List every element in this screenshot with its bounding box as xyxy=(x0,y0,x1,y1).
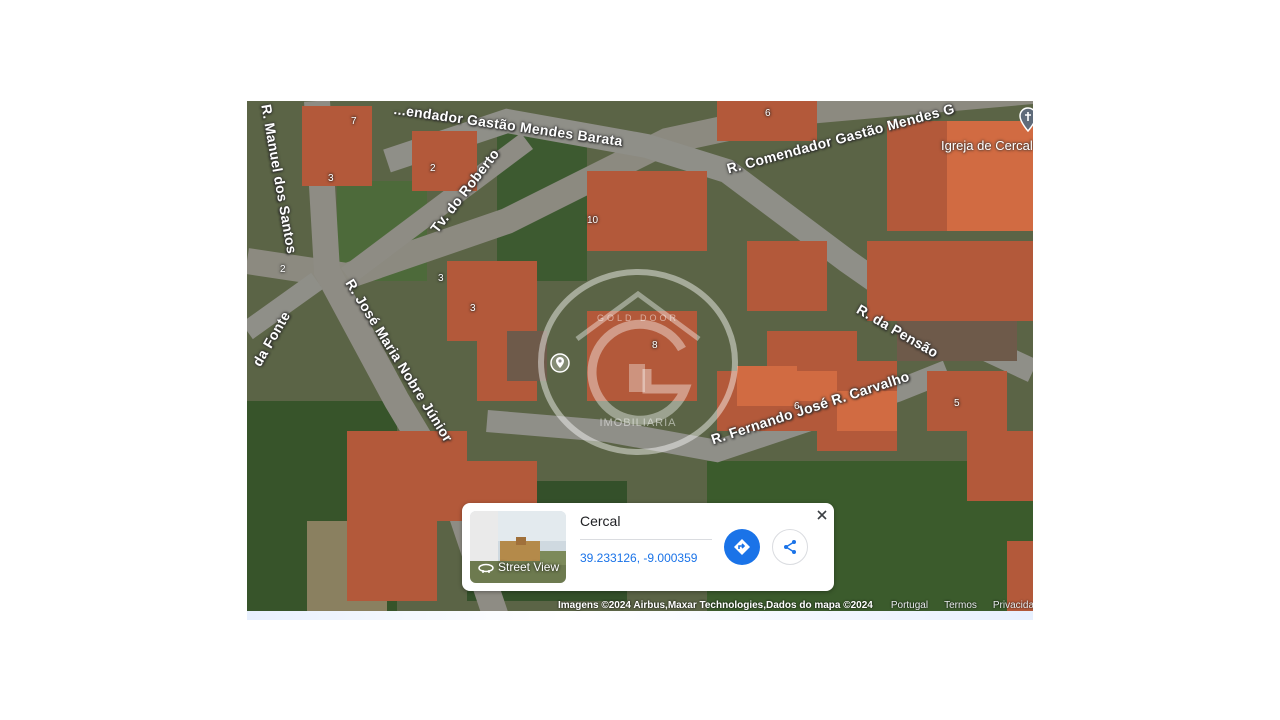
street-view-360-icon xyxy=(478,563,494,573)
street-view-thumbnail[interactable]: Street View xyxy=(470,511,566,583)
place-info-card: Street View Cercal 39.233126, -9.000359 xyxy=(462,503,834,591)
church-pin-icon[interactable] xyxy=(1019,107,1033,137)
house-number: 2 xyxy=(430,163,436,174)
link-terms[interactable]: Termos xyxy=(944,600,977,611)
directions-button[interactable] xyxy=(724,529,760,565)
close-button[interactable] xyxy=(814,507,830,523)
street-view-label: Street View xyxy=(498,560,560,574)
house-number: 6 xyxy=(794,401,800,412)
divider xyxy=(580,539,712,540)
coordinates-link[interactable]: 39.233126, -9.000359 xyxy=(580,551,697,565)
close-icon xyxy=(817,510,827,520)
house-number: 2 xyxy=(280,264,286,275)
link-region[interactable]: Portugal xyxy=(891,600,928,611)
house-number: 3 xyxy=(470,303,476,314)
bottom-strip xyxy=(247,611,1033,620)
directions-icon xyxy=(734,539,750,555)
house-number: 7 xyxy=(351,116,357,127)
watermark-top-text: GOLD DOOR xyxy=(597,313,679,323)
house-number: 5 xyxy=(954,398,960,409)
house-number: 10 xyxy=(587,215,599,226)
imagery-credit: Imagens ©2024 Airbus,Maxar Technologies,… xyxy=(558,599,873,611)
poi-label[interactable]: Igreja de Cercal xyxy=(941,138,1033,153)
map-attribution: Imagens ©2024 Airbus,Maxar Technologies,… xyxy=(558,598,1033,612)
share-button[interactable] xyxy=(772,529,808,565)
house-number: 3 xyxy=(328,173,334,184)
location-pin-icon[interactable] xyxy=(550,353,570,373)
watermark-bottom-text: IMOBILIARIA xyxy=(599,417,676,429)
share-icon xyxy=(784,540,796,554)
link-privacy[interactable]: Privacidade xyxy=(993,600,1033,611)
house-number: 3 xyxy=(438,273,444,284)
place-name: Cercal xyxy=(580,513,621,529)
house-number: 6 xyxy=(765,108,771,119)
